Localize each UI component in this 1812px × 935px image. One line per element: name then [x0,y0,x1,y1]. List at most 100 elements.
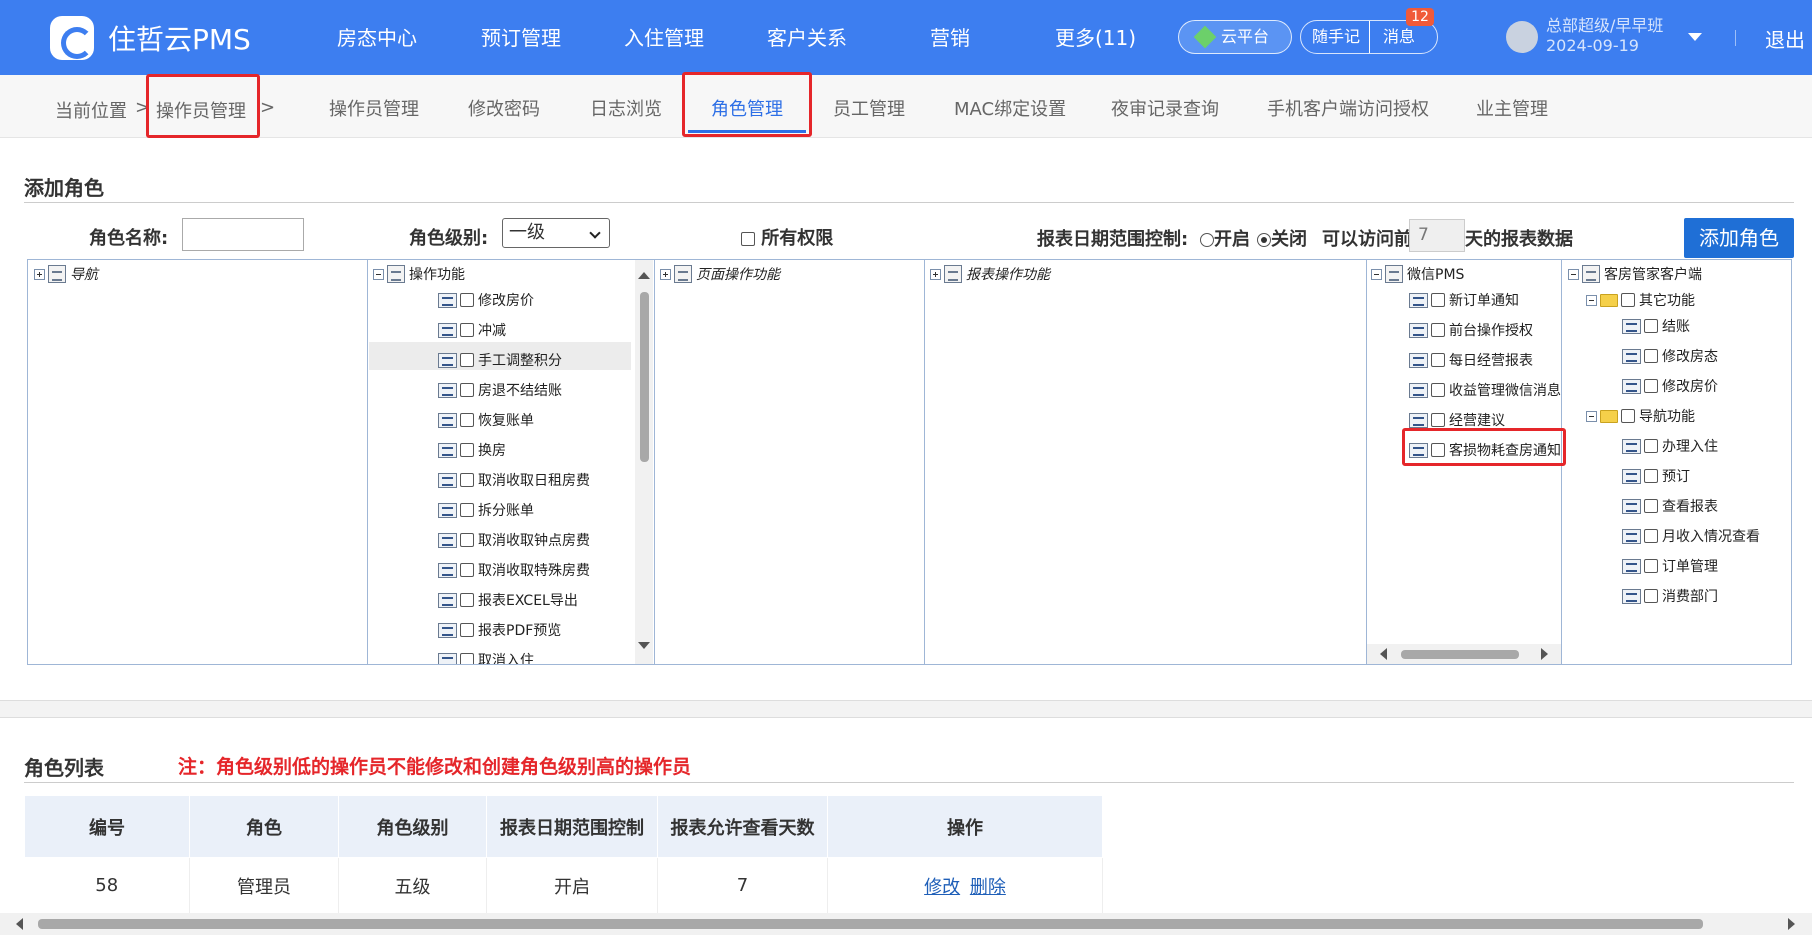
nav-marketing[interactable]: 营销 [930,22,970,51]
permission-checkbox[interactable] [1644,379,1658,393]
permission-checkbox[interactable] [1621,293,1635,307]
logout-button[interactable]: 退出 [1765,24,1805,53]
scroll-left-icon[interactable] [1380,648,1387,660]
tree-item[interactable]: 取消入住 [438,650,534,664]
permission-checkbox[interactable] [1431,323,1445,337]
role-name-input[interactable] [182,218,304,251]
tree-item[interactable]: 修改房价 [438,290,534,310]
tree-item[interactable]: 前台操作授权 [1409,320,1533,340]
permission-checkbox[interactable] [460,383,474,397]
permission-checkbox[interactable] [1644,349,1658,363]
permission-checkbox[interactable] [460,323,474,337]
horizontal-scrollbar[interactable] [1367,644,1561,664]
permission-checkbox[interactable] [460,503,474,517]
expand-icon[interactable] [660,268,671,280]
tree-item[interactable]: 取消收取日租房费 [438,470,590,490]
collapse-icon[interactable] [1568,268,1579,280]
date-range-off-radio[interactable] [1257,233,1271,247]
tree-node-report-operations[interactable]: 报表操作功能 [930,264,1050,284]
collapse-icon[interactable] [1371,268,1382,280]
notes-button[interactable]: 随手记 [1312,21,1360,53]
tree-item[interactable]: 换房 [438,440,506,460]
tree-item[interactable]: 报表PDF预览 [438,620,561,640]
permission-checkbox[interactable] [460,653,474,664]
permission-checkbox[interactable] [1644,499,1658,513]
nav-room-status[interactable]: 房态中心 [337,22,417,51]
tree-item[interactable]: 经营建议 [1409,410,1505,430]
permission-checkbox[interactable] [1431,353,1445,367]
collapse-icon[interactable] [1586,294,1597,306]
tree-item[interactable]: 修改房价 [1622,376,1718,396]
permission-checkbox[interactable] [460,443,474,457]
tree-node-navigation[interactable]: 导航 [34,264,98,284]
expand-icon[interactable] [930,268,941,280]
permission-checkbox[interactable] [1621,409,1635,423]
permission-checkbox[interactable] [1431,413,1445,427]
tab-staff-management[interactable]: 员工管理 [833,95,905,121]
nav-checkin[interactable]: 入住管理 [624,22,704,51]
tab-mobile-auth[interactable]: 手机客户端访问授权 [1267,95,1429,121]
tab-change-password[interactable]: 修改密码 [468,95,540,121]
scroll-up-icon[interactable] [638,272,650,279]
tree-item[interactable]: 办理入住 [1622,436,1718,456]
date-range-off-option[interactable]: 关闭 [1257,225,1307,251]
scrollbar-thumb[interactable] [1401,650,1519,659]
permission-checkbox[interactable] [460,563,474,577]
nav-reservation[interactable]: 预订管理 [481,22,561,51]
collapse-icon[interactable] [1586,410,1597,422]
edit-link[interactable]: 修改 [924,877,960,898]
tab-owner-management[interactable]: 业主管理 [1476,95,1548,121]
tree-item[interactable]: 收益管理微信消息 [1409,380,1561,400]
scroll-right-icon[interactable] [1541,648,1548,660]
tree-item[interactable]: 取消收取钟点房费 [438,530,590,550]
brand-logo[interactable]: 住哲云PMS [50,16,251,60]
all-permissions-option[interactable]: 所有权限 [741,224,833,250]
date-range-on-option[interactable]: 开启 [1200,225,1250,251]
all-permissions-checkbox[interactable] [741,232,755,246]
tree-item[interactable]: 房退不结结账 [438,380,562,400]
tree-node-wechat-pms[interactable]: 微信PMS [1371,264,1464,284]
tree-node-operations[interactable]: 操作功能 [373,264,465,284]
scrollbar-thumb[interactable] [38,919,1703,929]
collapse-icon[interactable] [373,268,384,280]
tab-night-audit[interactable]: 夜审记录查询 [1111,95,1219,121]
nav-more[interactable]: 更多(11) [1055,22,1136,51]
tree-group-navigation[interactable]: 导航功能 [1586,406,1695,426]
tree-item[interactable]: 每日经营报表 [1409,350,1533,370]
cloud-platform-button[interactable]: 云平台 [1178,20,1292,54]
permission-checkbox[interactable] [1644,529,1658,543]
scroll-right-icon[interactable] [1788,918,1795,930]
tree-item[interactable]: 新订单通知 [1409,290,1519,310]
tree-item[interactable]: 订单管理 [1622,556,1718,576]
tree-item[interactable]: 结账 [1622,316,1690,336]
permission-checkbox[interactable] [460,353,474,367]
permission-checkbox[interactable] [460,533,474,547]
tree-item[interactable]: 取消收取特殊房费 [438,560,590,580]
permission-checkbox[interactable] [460,473,474,487]
vertical-scrollbar[interactable] [635,260,653,664]
tree-node-housekeeping[interactable]: 客房管家客户端 [1568,264,1702,284]
avatar[interactable] [1506,21,1538,53]
tree-item[interactable]: 修改房态 [1622,346,1718,366]
delete-link[interactable]: 删除 [970,877,1006,898]
tree-item[interactable]: 预订 [1622,466,1690,486]
tree-node-page-operations[interactable]: 页面操作功能 [660,264,780,284]
scroll-down-icon[interactable] [638,642,650,649]
user-info[interactable]: 总部超级/早早班 2024-09-19 [1546,16,1663,56]
add-role-button[interactable]: 添加角色 [1684,218,1794,258]
permission-checkbox[interactable] [1644,559,1658,573]
permission-checkbox[interactable] [1644,439,1658,453]
tree-item[interactable]: 恢复账单 [438,410,534,430]
tab-mac-binding[interactable]: MAC绑定设置 [954,95,1066,121]
expand-icon[interactable] [34,268,45,280]
tree-item[interactable]: 查看报表 [1622,496,1718,516]
permission-checkbox[interactable] [460,623,474,637]
days-input[interactable]: 7 [1409,219,1465,252]
chevron-down-icon[interactable] [1688,33,1702,41]
permission-checkbox[interactable] [460,413,474,427]
permission-checkbox[interactable] [1431,383,1445,397]
tree-item[interactable]: 冲减 [438,320,506,340]
tree-item[interactable]: 手工调整积分 [438,350,562,370]
tree-group-other[interactable]: 其它功能 [1586,290,1695,310]
tree-item[interactable]: 拆分账单 [438,500,534,520]
